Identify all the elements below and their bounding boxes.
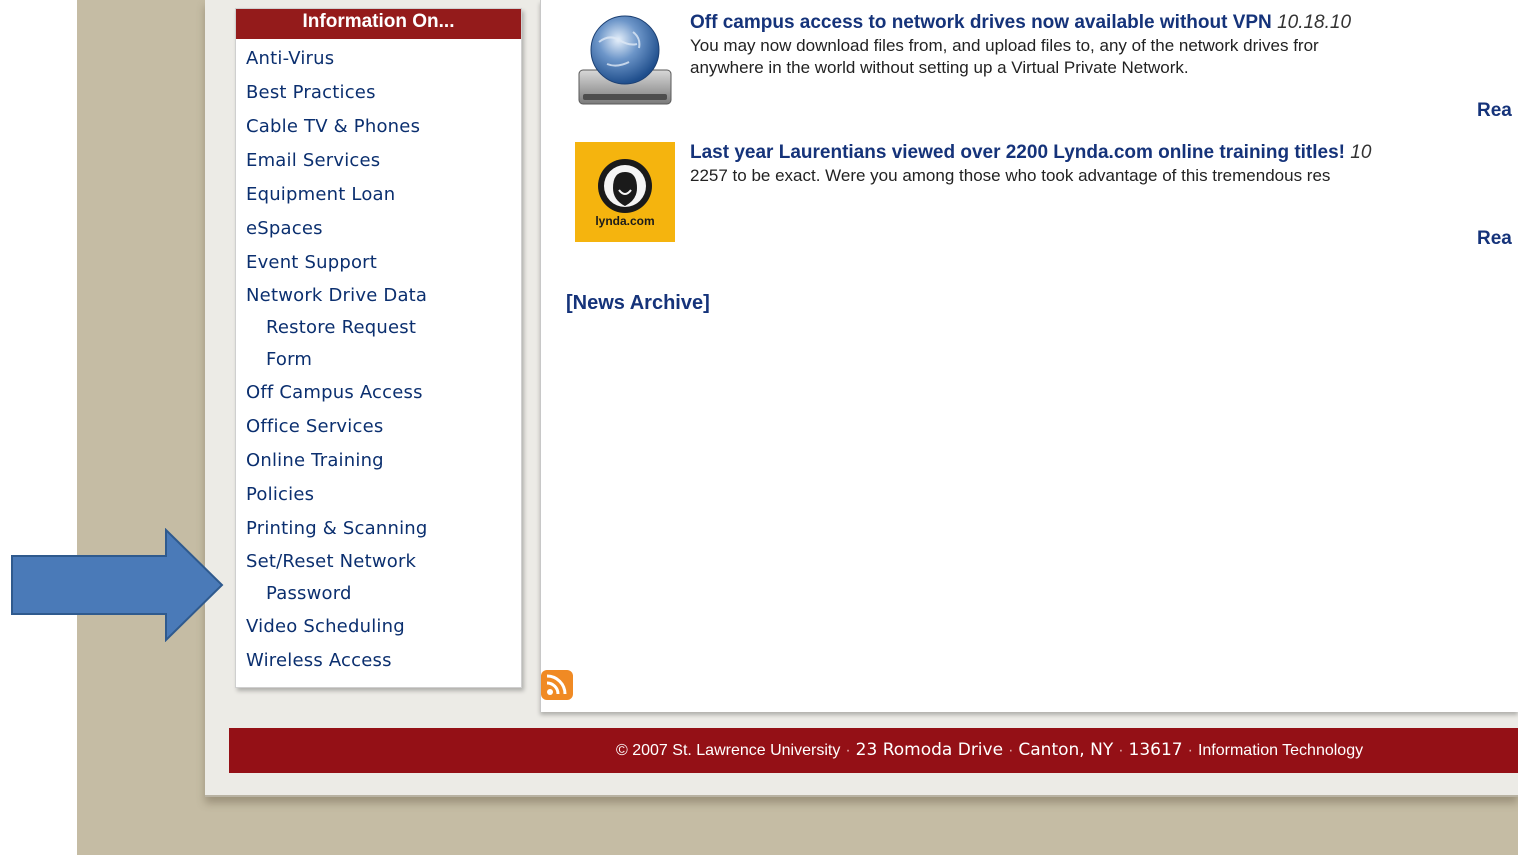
sidebar-item-office-services[interactable]: Office Services — [246, 410, 521, 444]
sidebar-header: Information On... — [236, 9, 521, 39]
news-body: 2257 to be exact. Were you among those w… — [690, 165, 1330, 187]
lynda-face-icon — [598, 159, 652, 213]
news-date: 10.18.10 — [1277, 12, 1352, 33]
sidebar-item-best-practices[interactable]: Best Practices — [246, 76, 521, 110]
footer-zip: 13617 — [1128, 740, 1183, 760]
sidebar-item-printing-scanning[interactable]: Printing & Scanning — [246, 512, 521, 546]
sidebar-item-policies[interactable]: Policies — [246, 478, 521, 512]
arrow-right-icon — [11, 528, 224, 642]
news-title-text[interactable]: Last year Laurentians viewed over 2200 L… — [690, 142, 1345, 163]
sidebar-item-label-line3: Form — [266, 349, 313, 370]
sidebar-item-label-line1: Network Drive Data — [246, 285, 428, 306]
sidebar-item-label-line1: Set/Reset Network — [246, 551, 417, 572]
news-title[interactable]: Off campus access to network drives now … — [690, 12, 1351, 34]
news-archive-link[interactable]: [News Archive] — [566, 292, 710, 315]
sidebar-item-event-support[interactable]: Event Support — [246, 246, 521, 280]
sidebar-item-wireless-access[interactable]: Wireless Access — [246, 644, 521, 678]
footer-city: Canton, NY — [1018, 740, 1114, 760]
sidebar-item-anti-virus[interactable]: Anti-Virus — [246, 42, 521, 76]
lynda-logo-text: lynda.com — [595, 214, 655, 228]
lynda-com-logo: lynda.com — [575, 142, 675, 242]
news-item: Off campus access to network drives now … — [575, 12, 1518, 127]
news-date: 10 — [1350, 142, 1372, 163]
sidebar-item-espaces[interactable]: eSpaces — [246, 212, 521, 246]
sidebar-item-cable-tv-phones[interactable]: Cable TV & Phones — [246, 110, 521, 144]
footer-address: 23 Romoda Drive — [855, 740, 1004, 760]
sidebar-list: Anti-Virus Best Practices Cable TV & Pho… — [236, 39, 521, 678]
sidebar-item-email-services[interactable]: Email Services — [246, 144, 521, 178]
sidebar-item-set-reset-network-password[interactable]: Set/Reset Network Password — [246, 546, 521, 610]
news-title[interactable]: Last year Laurentians viewed over 2200 L… — [690, 142, 1371, 164]
news-body-line: You may now download files from, and upl… — [690, 36, 1319, 55]
news-body-line: 2257 to be exact. Were you among those w… — [690, 166, 1331, 185]
read-more-link[interactable]: Rea — [1477, 100, 1512, 122]
sidebar-item-label-line2: Restore Request — [266, 317, 417, 338]
news-body-line: anywhere in the world without setting up… — [690, 58, 1189, 77]
footer-dept-link[interactable]: Information Technology — [1198, 742, 1363, 759]
sidebar-information-on: Information On... Anti-Virus Best Practi… — [235, 8, 522, 688]
news-item: lynda.com Last year Laurentians viewed o… — [575, 142, 1518, 249]
sidebar-item-off-campus-access[interactable]: Off Campus Access — [246, 376, 521, 410]
read-more-link[interactable]: Rea — [1477, 228, 1512, 250]
news-body: You may now download files from, and upl… — [690, 35, 1319, 79]
news-title-text[interactable]: Off campus access to network drives now … — [690, 12, 1272, 33]
sidebar-item-label-line2: Password — [266, 583, 352, 604]
network-drive-globe-icon — [578, 15, 672, 105]
page-footer: © 2007 St. Lawrence University · 23 Romoda… — [229, 728, 1518, 773]
rss-glyph-icon — [546, 674, 567, 695]
sidebar-item-equipment-loan[interactable]: Equipment Loan — [246, 178, 521, 212]
sidebar-item-network-drive-data-restore[interactable]: Network Drive Data Restore Request Form — [246, 280, 521, 376]
sidebar-item-online-training[interactable]: Online Training — [246, 444, 521, 478]
footer-copyright: © 2007 St. Lawrence University — [616, 742, 841, 759]
rss-feed-icon[interactable] — [541, 670, 573, 700]
sidebar-item-video-scheduling[interactable]: Video Scheduling — [246, 610, 521, 644]
